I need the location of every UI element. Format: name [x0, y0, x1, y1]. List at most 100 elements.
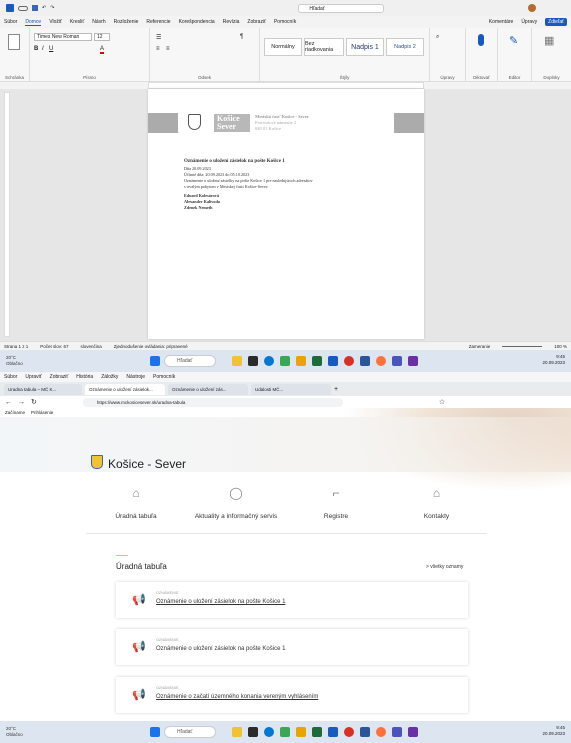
search-box[interactable]: Hľadať: [298, 3, 385, 13]
tab-layout[interactable]: Rozloženie: [114, 19, 139, 25]
font-name-select[interactable]: Times New Roman: [34, 33, 92, 41]
menu-edit[interactable]: Upraviť: [25, 374, 41, 380]
microphone-icon[interactable]: [478, 34, 484, 46]
tab-design[interactable]: Návrh: [92, 19, 105, 25]
reload-icon[interactable]: ↻: [31, 398, 37, 406]
back-icon[interactable]: ←: [5, 399, 12, 406]
menu-file[interactable]: Súbor: [4, 374, 17, 380]
editing-button[interactable]: Úpravy: [521, 19, 537, 25]
outlook-icon[interactable]: [360, 727, 370, 737]
file-explorer-icon[interactable]: [232, 356, 242, 366]
tab-insert[interactable]: Vložiť: [49, 19, 62, 25]
browser-tab-2[interactable]: Oznámenie o uložení zásielok...: [85, 383, 165, 395]
store-icon[interactable]: [280, 727, 290, 737]
menu-help[interactable]: Pomocník: [153, 374, 175, 380]
all-notices-link[interactable]: > všetky oznamy: [426, 564, 463, 570]
browser-tab-4[interactable]: Udalosti MČ...: [251, 383, 331, 395]
menu-tools[interactable]: Nástroje: [126, 374, 145, 380]
taskbar-clock[interactable]: 9:45 20.09.2023: [542, 725, 565, 737]
style-normal[interactable]: Normálny: [264, 38, 302, 56]
start-icon[interactable]: [150, 727, 160, 737]
bullets-icon[interactable]: ☰: [156, 34, 161, 41]
excel-icon[interactable]: [312, 356, 322, 366]
browser-tab-3[interactable]: Oznámenie o uložení zás...: [168, 383, 248, 395]
nav-aktuality[interactable]: ◯ Aktuality a informačný servis: [186, 472, 286, 534]
weather-widget[interactable]: 20°C Oblačno: [6, 726, 23, 738]
tab-home[interactable]: Domov: [25, 19, 42, 26]
taskbar-clock[interactable]: 9:45 20.09.2023: [542, 354, 565, 366]
addins-icon[interactable]: ▦: [544, 34, 554, 47]
new-tab-icon[interactable]: +: [334, 386, 338, 393]
tab-file[interactable]: Súbor: [4, 19, 17, 25]
status-language[interactable]: slovenčina: [81, 344, 102, 349]
file-explorer-icon[interactable]: [232, 727, 242, 737]
status-accessibility[interactable]: Zjednodušenie ovládania: pripravené: [114, 344, 188, 349]
menu-history[interactable]: História: [76, 374, 93, 380]
excel-icon[interactable]: [312, 727, 322, 737]
word-icon[interactable]: [328, 356, 338, 366]
tab-help[interactable]: Pomocník: [274, 19, 296, 25]
font-size-select[interactable]: 12: [94, 33, 110, 41]
start-icon[interactable]: [150, 356, 160, 366]
status-zoom[interactable]: 100 %: [554, 344, 567, 349]
forward-icon[interactable]: →: [18, 399, 25, 406]
bold-icon[interactable]: B: [34, 46, 38, 52]
teams-icon[interactable]: [392, 356, 402, 366]
tab-mailings[interactable]: Korešpondencia: [179, 19, 215, 25]
menu-bookmarks[interactable]: Záložky: [101, 374, 118, 380]
notice-title[interactable]: Oznámenie o uložení zásielok na pošte Ko…: [156, 646, 285, 652]
firefox-icon[interactable]: [376, 356, 386, 366]
pilcrow-icon[interactable]: ¶: [240, 34, 243, 40]
nav-kontakty[interactable]: ⌂ Kontakty: [386, 472, 487, 534]
browser-tab-1[interactable]: Uradna tabula – MČ K...: [4, 383, 82, 395]
site-title[interactable]: Košice - Sever: [108, 457, 186, 471]
editor-icon[interactable]: ✎: [509, 34, 518, 47]
align-left-icon[interactable]: ≡: [156, 46, 160, 52]
notice-title[interactable]: Oznámenie o začatí územného konania vere…: [156, 694, 318, 700]
bookmark-star-icon[interactable]: ☆: [439, 398, 445, 406]
kosice-sever-crest-icon[interactable]: [91, 455, 103, 469]
tab-draw[interactable]: Kresliť: [70, 19, 84, 25]
notice-card[interactable]: 📢 OZNÁMENIE Oznámenie o uložení zásielok…: [116, 629, 468, 665]
style-heading-1[interactable]: Nadpis 1: [346, 38, 384, 56]
outlook-icon[interactable]: [360, 356, 370, 366]
word-icon[interactable]: [328, 727, 338, 737]
bookmark-login[interactable]: Prihlásenie: [31, 410, 53, 415]
nav-uradna-tabula[interactable]: ⌂ Úradná tabuľa: [86, 472, 186, 534]
redo-icon[interactable]: ↷: [50, 5, 54, 11]
bookmark-getting-started[interactable]: Začíname: [5, 410, 25, 415]
store-icon[interactable]: [280, 356, 290, 366]
menu-view[interactable]: Zobraziť: [50, 374, 69, 380]
undo-icon[interactable]: ↶: [42, 5, 46, 11]
notice-card[interactable]: 📢 OZNÁMENIE Oznámenie o začatí územného …: [116, 677, 468, 713]
chrome-icon[interactable]: [344, 356, 354, 366]
status-page[interactable]: Strana 1 z 1: [4, 344, 28, 349]
nav-registre[interactable]: ⌐ Registre: [286, 472, 386, 534]
notice-title[interactable]: Oznámenie o uložení zásielok na pošte Ko…: [156, 599, 285, 605]
onenote-icon[interactable]: [408, 356, 418, 366]
align-center-icon[interactable]: ≡: [166, 46, 170, 52]
document-page[interactable]: Košice Sever Mestská časť Košice - Sever…: [148, 89, 424, 339]
folder-icon[interactable]: [296, 727, 306, 737]
weather-widget[interactable]: 20°C Oblačno: [6, 355, 23, 367]
firefox-icon[interactable]: [376, 727, 386, 737]
teams-icon[interactable]: [392, 727, 402, 737]
notice-card[interactable]: 📢 OZNÁMENIE Oznámenie o uložení zásielok…: [116, 582, 468, 618]
zoom-slider[interactable]: [502, 345, 543, 347]
underline-icon[interactable]: U: [49, 46, 53, 52]
taskbar-search[interactable]: Hľadať: [164, 355, 216, 367]
tab-references[interactable]: Referencie: [146, 19, 170, 25]
autosave-toggle[interactable]: [18, 5, 28, 11]
font-color-icon[interactable]: A: [100, 46, 105, 54]
task-view-icon[interactable]: [248, 727, 258, 737]
edge-icon[interactable]: [264, 356, 274, 366]
tab-review[interactable]: Revízia: [223, 19, 240, 25]
paste-icon[interactable]: [8, 34, 20, 50]
address-bar[interactable]: https://www.mckosicesever.sk/uradna-tabu…: [82, 397, 343, 407]
taskbar-search[interactable]: Hľadať: [164, 726, 216, 738]
tab-view[interactable]: Zobraziť: [247, 19, 266, 25]
onenote-icon[interactable]: [408, 727, 418, 737]
style-heading-2[interactable]: Nadpis 2: [386, 38, 424, 56]
status-focus[interactable]: Zameranie: [469, 344, 491, 349]
edge-icon[interactable]: [264, 727, 274, 737]
